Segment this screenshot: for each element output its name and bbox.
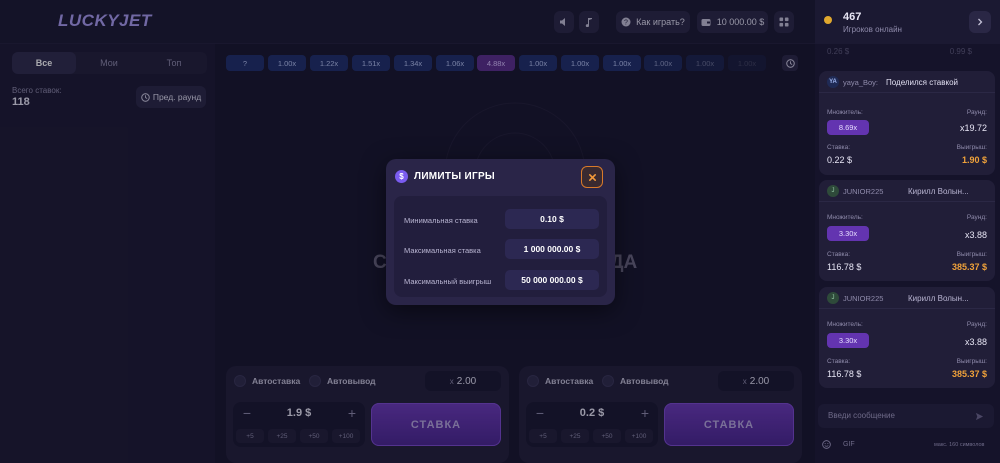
close-icon [588,173,596,181]
win-label: Выигрыш: [956,251,987,258]
collapse-chat-button[interactable] [969,11,991,33]
chat-header: 467 Игроков онлайн [815,0,1000,44]
limit-label: Максимальный выигрыш [404,277,492,286]
chat-input[interactable]: Введи сообщение [818,404,994,428]
chat-limit-note: макс. 160 символов [934,442,985,448]
win-value: 385.37 $ [951,262,987,272]
modal-title: ЛИМИТЫ ИГРЫ [414,171,496,182]
bet-value: 116.78 $ [827,369,862,379]
multiplier-label: Множитель: [827,214,863,221]
chat-footer: GIF [822,440,855,449]
message-text: Кирилл Волын... [908,294,969,303]
close-button[interactable] [581,166,603,188]
limit-label: Максимальная ставка [404,246,481,255]
limits-list: Минимальная ставка 0.10 $ Максимальная с… [394,196,607,297]
gif-button[interactable]: GIF [843,441,855,448]
limits-modal: $ ЛИМИТЫ ИГРЫ Минимальная ставка 0.10 $ … [386,159,615,305]
chat-message: YA yaya_Boy: Поделился ставкой Множитель… [819,71,995,175]
send-icon[interactable] [975,412,984,421]
limit-row-min-bet: Минимальная ставка 0.10 $ [394,209,607,233]
limit-value: 0.10 $ [505,209,599,229]
message-header: YA yaya_Boy: Поделился ставкой [819,71,995,93]
round-label: Раунд: [966,109,987,116]
message-user: JUNIOR225 [843,294,884,303]
chat-panel: 467 Игроков онлайн 0.26 $ 0.99 $ YA yaya… [815,0,1000,463]
multiplier-pill: 3.30x [827,333,869,348]
win-value: 385.37 $ [951,369,987,379]
bet-value: 116.78 $ [827,262,862,272]
avatar: J [827,185,839,197]
bet-value: 0.22 $ [827,155,853,165]
message-user: yaya_Boy: [843,78,879,87]
round-label: Раунд: [966,321,987,328]
round-value: x19.72 [959,123,987,133]
limit-label: Минимальная ставка [404,216,478,225]
limit-value: 1 000 000.00 $ [505,239,599,259]
round-value: x3.88 [964,230,987,240]
dollar-coin-icon: $ [395,170,408,183]
message-text: Поделился ставкой [886,78,959,87]
win-label: Выигрыш: [956,358,987,365]
avatar: J [827,292,839,304]
bet-label: Ставка: [827,144,851,151]
chat-message: J JUNIOR225 Кирилл Волын... Множитель: Р… [819,287,995,388]
chat-placeholder: Введи сообщение [828,411,895,420]
multiplier-pill: 8.69x [827,120,869,135]
limit-row-max-bet: Максимальная ставка 1 000 000.00 $ [394,239,607,263]
limit-row-max-win: Максимальный выигрыш 50 000 000.00 $ [394,270,607,294]
message-header: J JUNIOR225 Кирилл Волын... [819,180,995,202]
chevron-right-icon [978,18,983,26]
message-user: JUNIOR225 [843,187,884,196]
message-header: J JUNIOR225 Кирилл Волын... [819,287,995,309]
multiplier-label: Множитель: [827,321,863,328]
online-count: 467 [843,11,862,23]
bet-label: Ставка: [827,251,851,258]
win-label: Выигрыш: [956,144,987,151]
limit-value: 50 000 000.00 $ [505,270,599,290]
avatar: YA [827,76,839,88]
win-value: 1.90 $ [961,155,987,165]
game-root: LUCKYJET ? Как играть? 10 000.00 $ Все М… [0,0,1000,463]
partial-win: 0.99 $ [949,47,972,56]
round-label: Раунд: [966,214,987,221]
online-indicator [824,16,832,24]
multiplier-label: Множитель: [827,109,863,116]
bet-label: Ставка: [827,358,851,365]
online-label: Игроков онлайн [843,25,902,34]
emoji-icon[interactable] [822,440,831,449]
modal-header: $ ЛИМИТЫ ИГРЫ [386,159,615,193]
partial-bet: 0.26 $ [827,47,850,56]
round-value: x3.88 [964,337,987,347]
message-text: Кирилл Волын... [908,187,969,196]
multiplier-pill: 3.30x [827,226,869,241]
chat-message: J JUNIOR225 Кирилл Волын... Множитель: Р… [819,180,995,281]
